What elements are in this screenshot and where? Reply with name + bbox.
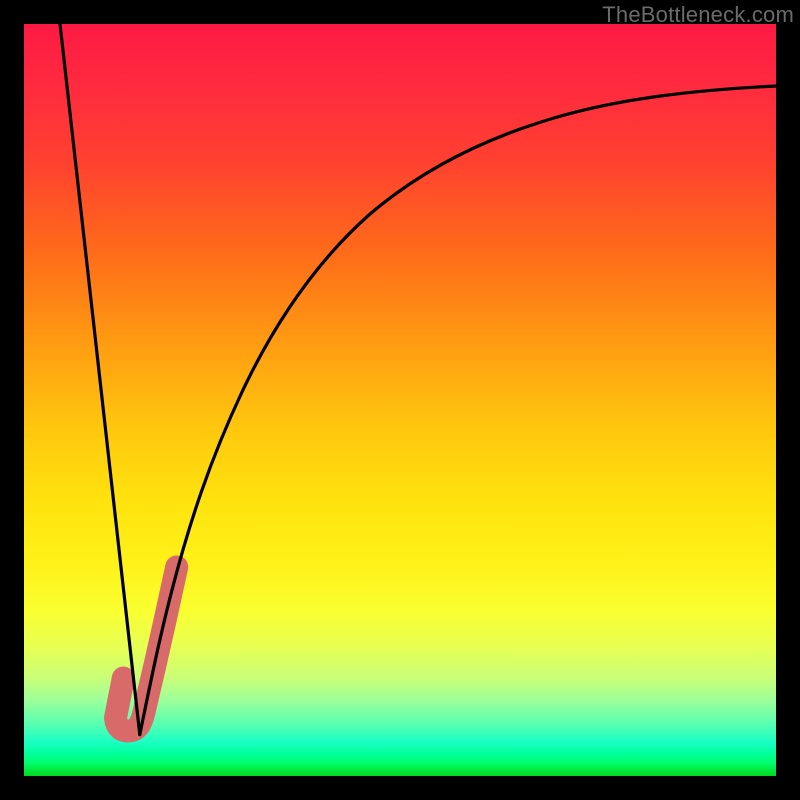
left-line [60, 24, 140, 735]
right-curve [140, 86, 776, 735]
curves-layer [24, 24, 776, 776]
chart-canvas: TheBottleneck.com [0, 0, 800, 800]
watermark-text: TheBottleneck.com [602, 2, 794, 28]
plot-area [24, 24, 776, 776]
